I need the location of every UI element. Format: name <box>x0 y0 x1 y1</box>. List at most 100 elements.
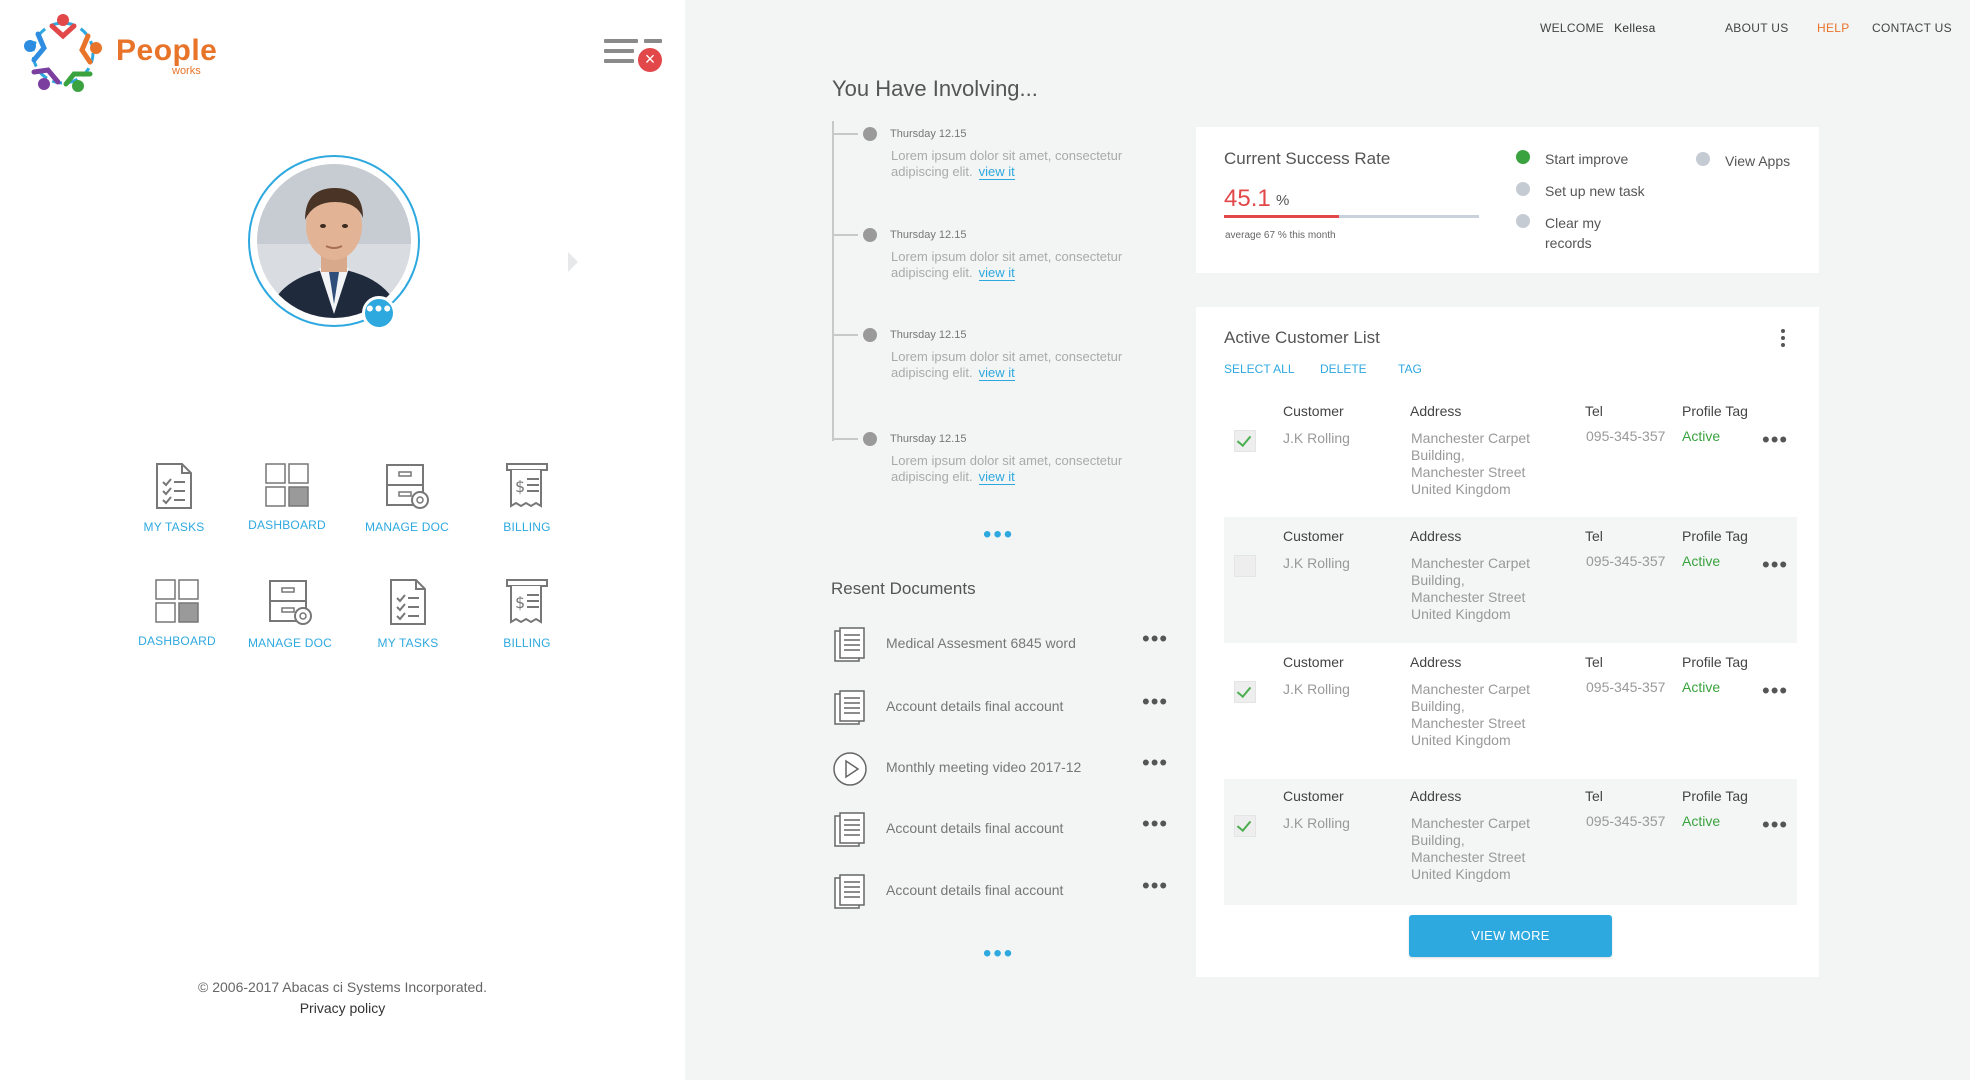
view-more-button[interactable]: VIEW MORE <box>1409 915 1612 957</box>
timeline-dot <box>863 228 877 242</box>
shortcut-dashboard[interactable]: DASHBOARD <box>232 462 342 532</box>
status-badge: Active <box>1682 428 1721 444</box>
shortcut-billing[interactable]: $ BILLING <box>472 462 582 534</box>
customer-address: Manchester Carpet Building, Manchester S… <box>1411 430 1531 497</box>
shortcut-label: DASHBOARD <box>138 634 216 648</box>
privacy-policy-link[interactable]: Privacy policy <box>0 1000 685 1016</box>
timeline-line <box>832 121 834 441</box>
tel-header: Tel <box>1585 403 1603 419</box>
shortcut-label: MY TASKS <box>377 636 439 650</box>
option-label: Set up new task <box>1545 183 1645 199</box>
copyright-text: © 2006-2017 Abacas ci Systems Incorporat… <box>198 979 487 995</box>
shortcut-manage-doc[interactable]: MANAGE DOC <box>352 462 462 534</box>
timeline-dot <box>863 127 877 141</box>
document-menu-button[interactable]: ••• <box>1142 689 1168 715</box>
billing-icon: $ <box>506 463 548 508</box>
status-badge: Active <box>1682 553 1721 569</box>
table-row[interactable]: Customer Address Tel Profile Tag J.K Rol… <box>1224 403 1797 515</box>
option-label: Start improve <box>1545 151 1629 167</box>
documents-more-button[interactable]: ••• <box>983 942 1014 966</box>
row-menu-button[interactable]: ••• <box>1762 427 1788 453</box>
address-header: Address <box>1410 528 1462 544</box>
view-it-link[interactable]: view it <box>978 164 1015 180</box>
row-checkbox[interactable] <box>1234 815 1256 837</box>
delete-button[interactable]: DELETE <box>1320 362 1367 376</box>
document-menu-button[interactable]: ••• <box>1142 811 1168 837</box>
row-menu-button[interactable]: ••• <box>1762 552 1788 578</box>
timeline-date: Thursday 12.15 <box>890 329 967 341</box>
shortcut-manage-doc[interactable]: MANAGE DOC <box>235 578 345 650</box>
avatar-photo <box>257 164 411 318</box>
close-icon[interactable]: × <box>638 48 662 72</box>
option-view-apps[interactable]: View Apps <box>1696 150 1816 172</box>
document-menu-button[interactable]: ••• <box>1142 626 1168 652</box>
document-menu-button[interactable]: ••• <box>1142 750 1168 776</box>
row-checkbox[interactable] <box>1234 555 1256 577</box>
row-checkbox[interactable] <box>1234 681 1256 703</box>
shortcut-label: DASHBOARD <box>248 518 326 532</box>
row-menu-button[interactable]: ••• <box>1762 678 1788 704</box>
document-item[interactable]: Account details final account ••• <box>832 869 1172 913</box>
document-item[interactable]: Medical Assesment 6845 word ••• <box>832 622 1172 666</box>
avatar[interactable] <box>248 155 420 327</box>
view-it-link[interactable]: view it <box>978 365 1015 381</box>
option-set-up-new-task[interactable]: Set up new task <box>1516 180 1656 202</box>
tag-button[interactable]: TAG <box>1398 362 1422 376</box>
customer-header: Customer <box>1283 403 1344 419</box>
timeline-connector <box>832 334 858 336</box>
table-row[interactable]: Customer Address Tel Profile Tag J.K Rol… <box>1224 779 1797 905</box>
more-vertical-icon[interactable] <box>1776 327 1790 351</box>
document-item[interactable]: Account details final account ••• <box>832 807 1172 851</box>
success-rate-value: 45.1 <box>1224 185 1271 212</box>
select-all-button[interactable]: SELECT ALL <box>1224 362 1295 376</box>
timeline-connector <box>832 438 858 440</box>
row-checkbox[interactable] <box>1234 430 1256 452</box>
document-item[interactable]: Monthly meeting video 2017-12 ••• <box>832 746 1172 790</box>
brand-logo[interactable]: People works <box>22 12 222 94</box>
chevron-right-icon[interactable] <box>568 252 578 272</box>
status-badge: Active <box>1682 813 1721 829</box>
view-it-link[interactable]: view it <box>978 469 1015 485</box>
menu-bar <box>644 39 662 43</box>
svg-text:$: $ <box>515 477 525 496</box>
table-row[interactable]: Customer Address Tel Profile Tag J.K Rol… <box>1224 517 1797 643</box>
check-icon <box>1236 431 1252 448</box>
shortcut-dashboard[interactable]: DASHBOARD <box>122 578 232 648</box>
user-name[interactable]: Kellesa <box>1614 21 1655 35</box>
shortcut-billing[interactable]: $ BILLING <box>472 578 582 650</box>
document-name: Account details final account <box>886 820 1064 836</box>
customer-tel: 095-345-357 <box>1586 679 1666 695</box>
success-rate-bar <box>1224 215 1479 218</box>
document-menu-button[interactable]: ••• <box>1142 873 1168 899</box>
view-it-link[interactable]: view it <box>978 265 1015 281</box>
customer-list-title: Active Customer List <box>1224 328 1380 347</box>
option-clear-my-records[interactable]: Clear my records <box>1516 212 1656 254</box>
timeline-more-button[interactable]: ••• <box>983 523 1014 547</box>
timeline-text: Lorem ipsum dolor sit amet, consectetur … <box>891 148 1171 180</box>
profile-tag-header: Profile Tag <box>1682 654 1748 670</box>
row-menu-button[interactable]: ••• <box>1762 812 1788 838</box>
nav-help[interactable]: HELP <box>1817 21 1850 35</box>
status-badge: Active <box>1682 679 1721 695</box>
success-rate-title: Current Success Rate <box>1224 149 1391 168</box>
timeline-connector <box>832 133 858 135</box>
option-start-improve[interactable]: Start improve <box>1516 148 1656 170</box>
nav-about-us[interactable]: ABOUT US <box>1725 21 1789 35</box>
table-row[interactable]: Customer Address Tel Profile Tag J.K Rol… <box>1224 643 1797 769</box>
customer-address: Manchester Carpet Building, Manchester S… <box>1411 555 1531 622</box>
timeline-title: You Have Involving... <box>832 76 1038 101</box>
nav-contact-us[interactable]: CONTACT US <box>1872 21 1952 35</box>
play-icon <box>833 752 867 786</box>
welcome-label: WELCOME <box>1540 21 1605 35</box>
option-label: Clear my records <box>1545 215 1602 251</box>
document-item[interactable]: Account details final account ••• <box>832 685 1172 729</box>
customer-list-card: Active Customer List SELECT ALL DELETE T… <box>1196 307 1819 977</box>
customer-name: J.K Rolling <box>1283 815 1350 831</box>
shortcut-my-tasks[interactable]: MY TASKS <box>353 578 463 650</box>
menu-close-toggle[interactable]: × <box>604 36 664 74</box>
document-name: Account details final account <box>886 698 1064 714</box>
avatar-more-button[interactable]: ••• <box>362 296 396 330</box>
tasks-icon <box>390 579 426 625</box>
shortcut-my-tasks[interactable]: MY TASKS <box>119 462 229 534</box>
tel-header: Tel <box>1585 528 1603 544</box>
